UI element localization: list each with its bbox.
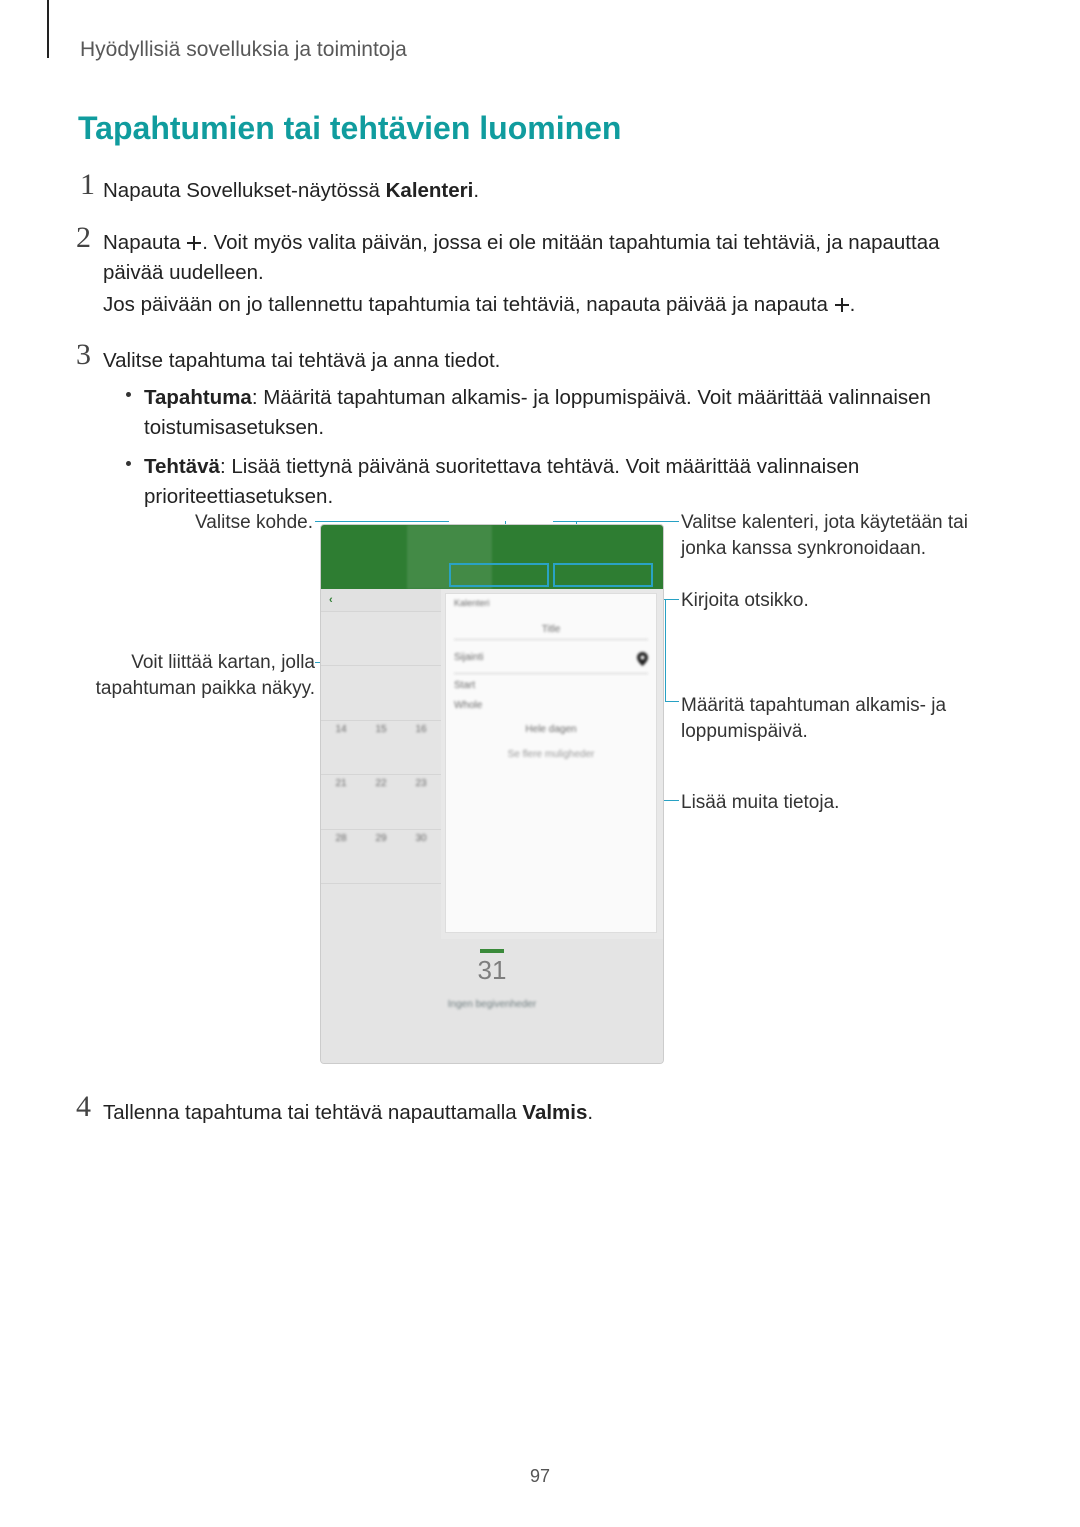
figure-title-field: Title [454,624,648,640]
callout-select-calendar: Valitse kalenteri, jota käytetään tai jo… [681,510,981,561]
step-number-2: 2 [76,221,91,255]
plus-icon [834,293,850,316]
callout-more-details: Lisää muita tietoja. [681,790,981,816]
figure-repeat-field: Se flere muligheder [454,749,648,760]
figure-highlight-box [553,563,653,587]
step-4-text: Tallenna tapahtuma tai tehtävä napauttam… [103,1098,593,1128]
step-2-text-b: Jos päivään on jo tallennettu tapahtumia… [103,290,855,320]
left-margin-rule [47,0,49,58]
figure-highlight-box [449,563,549,587]
figure-whole-day-field: Hele dagen [454,724,648,735]
figure-tab [321,525,407,589]
callout-select-type: Valitse kohde. [183,510,313,536]
bullet-dot-icon [126,392,131,397]
figure-start-field: Start [454,680,648,691]
figure-summary-line-1: Ingen begivenheder [321,999,663,1010]
callout-write-title: Kirjoita otsikko. [681,588,941,614]
bullet-dot-icon [126,461,131,466]
figure-month-bar: ‹ [321,589,441,611]
running-header: Hyödyllisiä sovelluksia ja toimintoja [80,38,407,62]
figure-day-summary: 31 Ingen begivenheder [321,939,663,1063]
callout-line [665,701,679,702]
callout-attach-map: Voit liittää kartan, jolla tapahtuman pa… [75,650,315,701]
calendar-screenshot: ‹ 141516 212223 282930 Kalenteri Title S… [320,524,664,1064]
section-title: Tapahtumien tai tehtävien luominen [78,110,621,147]
figure-day-number: 31 [472,949,512,986]
figure-mini-calendar: 141516 212223 282930 [321,611,441,939]
list-item: Tapahtuma: Määritä tapahtuman alkamis- j… [126,383,996,442]
callout-line [553,521,679,522]
step-3-text: Valitse tapahtuma tai tehtävä ja anna ti… [103,346,500,376]
callout-line [315,521,449,522]
callout-line [665,599,666,701]
page-number: 97 [0,1466,1080,1487]
callout-set-dates: Määritä tapahtuman alkamis- ja loppumisp… [681,693,981,744]
step-number-1: 1 [80,168,95,202]
map-pin-icon [637,652,648,669]
figure-location-field: Sijainti [454,652,648,674]
chevron-left-icon: ‹ [329,594,333,606]
figure-end-field: Whole [454,700,648,711]
step-number-4: 4 [76,1090,91,1124]
step-number-3: 3 [76,338,91,372]
step-1-text: Napauta Sovellukset-näytössä Kalenteri. [103,176,479,206]
list-item: Tehtävä: Lisää tiettynä päivänä suoritet… [126,452,996,511]
step-2-text: Napauta . Voit myös valita päivän, jossa… [103,228,993,287]
figure-calendar-label: Kalenteri [454,598,648,608]
figure-event-panel: Kalenteri Title Sijainti Start Whole Hel… [445,593,657,933]
plus-icon [186,231,202,254]
bulleted-list: Tapahtuma: Määritä tapahtuman alkamis- j… [126,383,996,522]
